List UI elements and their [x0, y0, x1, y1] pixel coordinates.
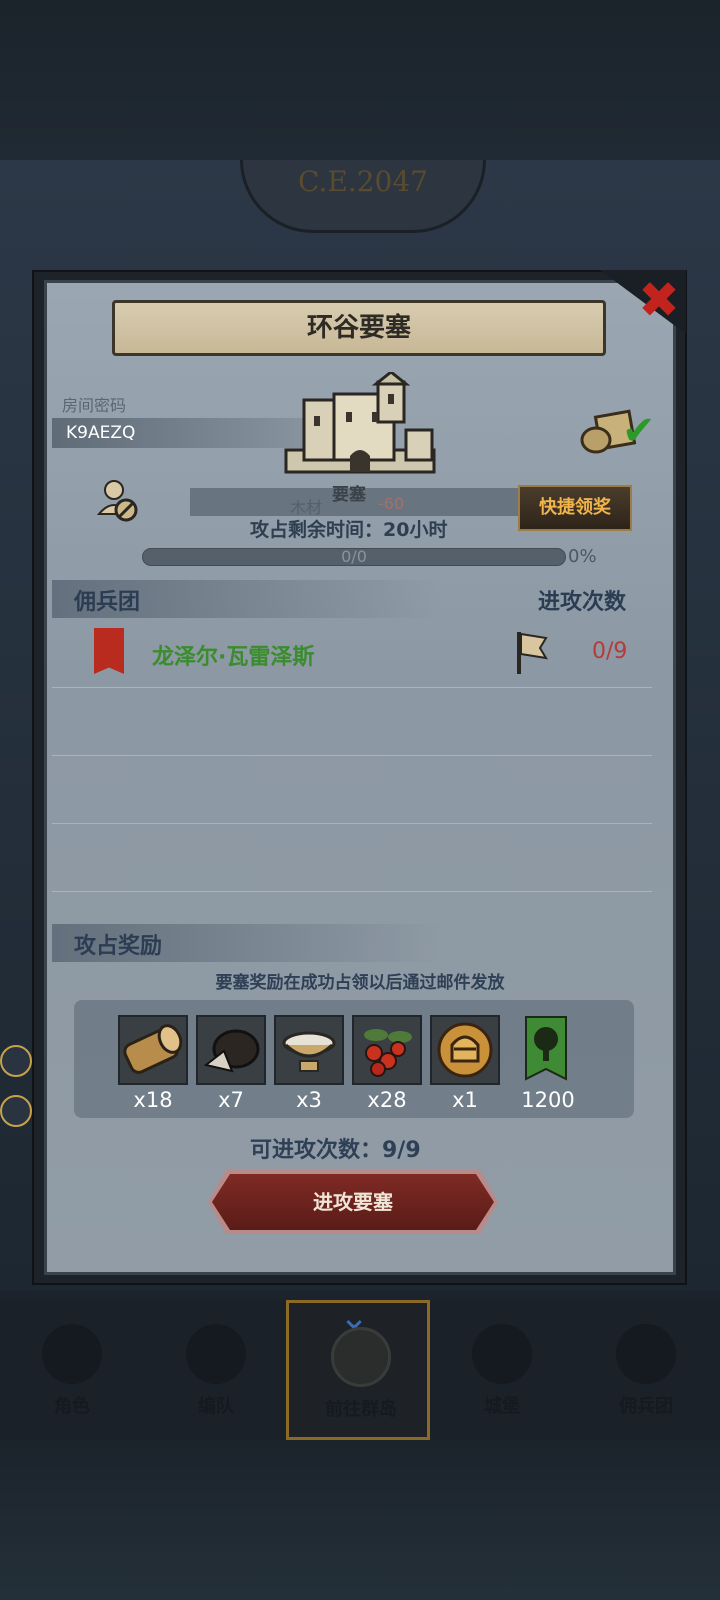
reward-count: x7 — [218, 1088, 244, 1112]
reward-note: 要塞奖励在成功占领以后通过邮件发放 — [215, 973, 505, 993]
reward-count: 1200 — [521, 1088, 575, 1112]
reward-count: x3 — [296, 1088, 322, 1112]
nav-item-role[interactable]: 角色 — [0, 1300, 144, 1440]
room-code-label: 房间密码 — [62, 396, 127, 415]
berries-icon — [364, 1029, 412, 1077]
reward-item-berries[interactable] — [352, 1015, 422, 1085]
truffle-icon — [203, 1029, 260, 1073]
attack-count: 0/9 — [592, 639, 628, 664]
mercenary-row-empty — [52, 688, 652, 756]
knight-helmet-coin-icon — [437, 1022, 493, 1078]
fortress-castle-icon — [284, 372, 436, 474]
wood-log-icon — [123, 1024, 183, 1074]
mercenary-icon — [616, 1324, 676, 1384]
room-code-value: K9AEZQ — [52, 418, 312, 448]
progress-percent: 0% — [568, 546, 597, 567]
nav-item-formation[interactable]: 编队 — [144, 1300, 288, 1440]
reward-count: x18 — [133, 1088, 173, 1112]
attack-fortress-button[interactable]: 进攻要塞 — [212, 1174, 494, 1230]
guild-name[interactable]: 龙泽尔·瓦雷泽斯 — [152, 639, 314, 671]
nav-label: 佣兵团 — [619, 1396, 673, 1417]
reward-item-wood[interactable] — [118, 1015, 188, 1085]
compass-icon — [331, 1327, 391, 1387]
bottom-nav: 角色 编队 ⌄ 前往群岛 城堡 佣兵团 — [0, 1297, 720, 1440]
bottom-background — [0, 1440, 720, 1600]
side-target-icon[interactable] — [0, 1045, 32, 1077]
fortress-label: 要塞 — [332, 485, 366, 505]
mercenary-row-empty — [52, 824, 652, 892]
mercenary-section-title: 佣兵团 — [74, 590, 141, 615]
guild-banner-icon — [94, 628, 124, 674]
nav-label: 角色 — [54, 1396, 90, 1417]
tree-banner-icon[interactable] — [524, 1015, 568, 1081]
nav-label: 城堡 — [484, 1396, 520, 1417]
attacks-column-header: 进攻次数 — [538, 590, 627, 615]
salt-bowl-icon — [282, 1031, 336, 1072]
nav-item-islands[interactable]: ⌄ 前往群岛 — [286, 1297, 430, 1440]
era-label: C.E.2047 — [240, 160, 486, 233]
modal-title: 环谷要塞 — [112, 300, 606, 356]
nav-label: 编队 — [198, 1396, 234, 1417]
reward-count: x1 — [452, 1088, 478, 1112]
nav-item-mercenary[interactable]: 佣兵团 — [574, 1300, 718, 1440]
knight-icon — [42, 1324, 102, 1384]
nav-label: 前往群岛 — [325, 1399, 397, 1420]
reward-item-truffle[interactable] — [196, 1015, 266, 1085]
castle-icon — [472, 1324, 532, 1384]
remaining-attacks: 可进攻次数：9/9 — [250, 1138, 421, 1163]
no-user-icon — [96, 480, 138, 522]
side-search-icon[interactable] — [0, 1095, 32, 1127]
claimed-check-icon: ✔ — [622, 408, 656, 454]
mercenary-row — [52, 620, 652, 688]
ghost-resource-value: -60 — [378, 494, 405, 513]
reward-count: x28 — [367, 1088, 407, 1112]
capture-time-left: 攻占剩余时间：20小时 — [250, 519, 448, 541]
mercenary-row-empty — [52, 756, 652, 824]
close-icon[interactable]: ✖ — [636, 274, 682, 326]
formation-icon — [186, 1324, 246, 1384]
reward-section-title: 攻占奖励 — [74, 934, 163, 959]
reward-item-helmet-coin[interactable] — [430, 1015, 500, 1085]
nav-item-castle[interactable]: 城堡 — [430, 1300, 574, 1440]
flag-icon — [517, 632, 548, 674]
quick-claim-button[interactable]: 快捷领奖 — [518, 485, 632, 531]
reward-item-salt[interactable] — [274, 1015, 344, 1085]
top-background — [0, 0, 720, 160]
progress-text: 0/0 — [341, 547, 367, 566]
